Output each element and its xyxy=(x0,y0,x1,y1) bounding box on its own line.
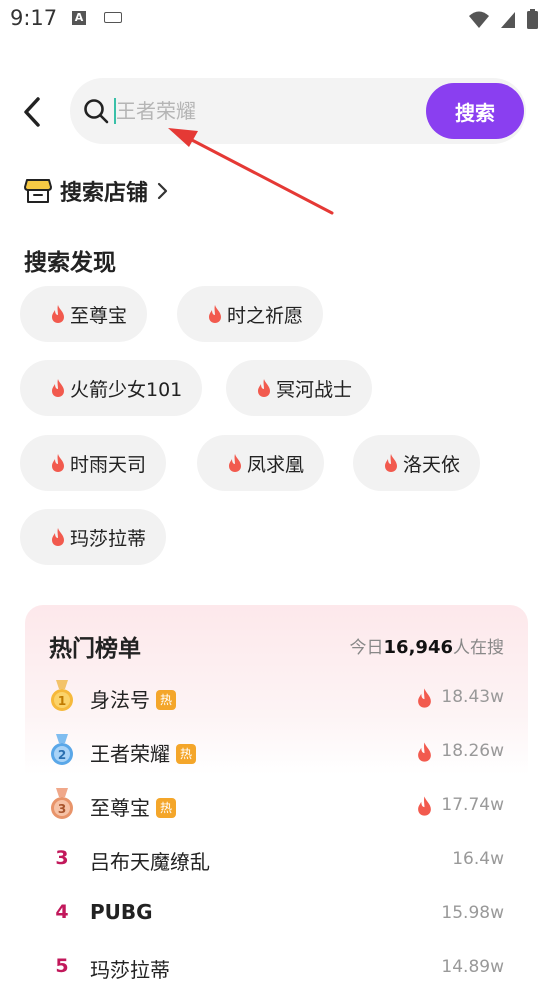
hot-badge: 热 xyxy=(176,743,196,764)
rank-search-volume: 18.43w xyxy=(441,687,504,707)
rank-number: 5 xyxy=(55,955,69,977)
flame-icon xyxy=(52,305,64,323)
chip-label: 火箭少女101 xyxy=(70,378,183,401)
hot-list-row[interactable]: 3 至尊宝热 17.74w xyxy=(25,783,528,827)
notification-a-icon: A xyxy=(72,11,86,25)
discover-chip[interactable]: 凤求凰 xyxy=(197,435,325,491)
rank-search-volume: 16.4w xyxy=(452,849,504,869)
hot-list-row[interactable]: 1 身法号热 18.43w xyxy=(25,675,528,719)
search-bar-row: 搜索 xyxy=(0,72,553,152)
search-shops-link[interactable]: 搜索店铺 xyxy=(24,174,168,208)
search-button[interactable]: 搜索 xyxy=(426,83,524,139)
hot-badge: 热 xyxy=(156,689,176,710)
status-bar: 9:17 A xyxy=(0,0,553,40)
discover-chip[interactable]: 火箭少女101 xyxy=(20,360,203,416)
rank-search-volume: 18.26w xyxy=(441,741,504,761)
hot-list-row[interactable]: 5 玛莎拉蒂 14.89w xyxy=(25,945,528,989)
rank-name-text: 至尊宝 xyxy=(90,796,150,820)
rank-item-name: 玛莎拉蒂 xyxy=(90,958,170,982)
chevron-right-icon xyxy=(157,182,168,200)
rank-name-text: 王者荣耀 xyxy=(90,742,170,766)
medal-rank: 3 xyxy=(58,802,66,816)
rank-number: 4 xyxy=(55,901,69,923)
bronze-medal-icon: 3 xyxy=(51,788,73,819)
rank-search-volume: 17.74w xyxy=(441,795,504,815)
hot-list-row[interactable]: 2 王者荣耀热 18.26w xyxy=(25,729,528,773)
silver-medal-icon: 2 xyxy=(51,734,73,765)
search-box[interactable]: 搜索 xyxy=(70,78,526,144)
hot-list-row[interactable]: 4 PUBG 15.98w xyxy=(25,891,528,935)
status-icons xyxy=(469,9,538,29)
flame-icon xyxy=(385,454,397,472)
back-button[interactable] xyxy=(18,94,48,130)
status-time: 9:17 xyxy=(10,6,58,30)
flame-icon xyxy=(52,454,64,472)
rank-number: 3 xyxy=(55,847,69,869)
flame-icon xyxy=(52,528,64,546)
search-icon xyxy=(84,99,109,124)
chip-label: 凤求凰 xyxy=(247,453,305,476)
flame-icon xyxy=(52,379,64,397)
wifi-icon xyxy=(469,11,489,28)
search-shops-label: 搜索店铺 xyxy=(60,181,149,206)
chip-label: 时雨天司 xyxy=(70,453,147,476)
discover-chip[interactable]: 冥河战士 xyxy=(226,360,373,416)
battery-icon xyxy=(527,11,538,29)
count-prefix: 今日 xyxy=(349,638,384,658)
rank-search-volume: 14.89w xyxy=(441,957,504,977)
discover-chip[interactable]: 时雨天司 xyxy=(20,435,167,491)
rank-name-text: 身法号 xyxy=(90,688,150,712)
rank-search-volume: 15.98w xyxy=(441,903,504,923)
hot-list-title: 热门榜单 xyxy=(49,636,141,662)
rank-item-name: 吕布天魔缭乱 xyxy=(90,850,210,874)
chip-label: 至尊宝 xyxy=(70,304,128,327)
flame-icon xyxy=(209,305,221,323)
chip-label: 冥河战士 xyxy=(276,378,353,401)
count-number: 16,946 xyxy=(383,637,453,658)
chip-label: 时之祈愿 xyxy=(227,304,304,327)
hot-badge: 热 xyxy=(156,797,176,818)
flame-icon xyxy=(418,796,431,816)
discover-chip[interactable]: 洛天依 xyxy=(353,435,481,491)
flame-icon xyxy=(229,454,241,472)
rank-item-name: PUBG xyxy=(90,900,153,924)
chip-label: 玛莎拉蒂 xyxy=(70,527,147,550)
medal-rank: 2 xyxy=(58,748,66,762)
rank-item-name: 至尊宝热 xyxy=(90,792,176,821)
rank-item-name: 身法号热 xyxy=(90,684,176,713)
gold-medal-icon: 1 xyxy=(51,680,73,711)
rank-item-name: 王者荣耀热 xyxy=(90,738,196,767)
discover-chip[interactable]: 至尊宝 xyxy=(20,286,148,342)
discover-chip[interactable]: 时之祈愿 xyxy=(177,286,324,342)
chevron-left-icon xyxy=(24,97,40,127)
keyboard-icon xyxy=(104,12,122,23)
hot-list-row[interactable]: 3 吕布天魔缭乱 16.4w xyxy=(25,837,528,881)
hot-list-search-count: 今日16,946人在搜 xyxy=(350,633,504,658)
hot-list-card: 热门榜单 今日16,946人在搜 1 身法号热 18.43w 2 王者荣耀热 1… xyxy=(25,605,528,985)
signal-icon xyxy=(501,12,515,28)
count-suffix: 人在搜 xyxy=(453,638,504,658)
flame-icon xyxy=(418,742,431,762)
flame-icon xyxy=(258,379,270,397)
medal-rank: 1 xyxy=(58,694,66,708)
store-icon xyxy=(24,179,52,203)
search-input[interactable] xyxy=(116,92,416,130)
chip-label: 洛天依 xyxy=(403,453,461,476)
flame-icon xyxy=(418,688,431,708)
search-discover-title: 搜索发现 xyxy=(24,250,116,276)
discover-chip[interactable]: 玛莎拉蒂 xyxy=(20,509,167,565)
